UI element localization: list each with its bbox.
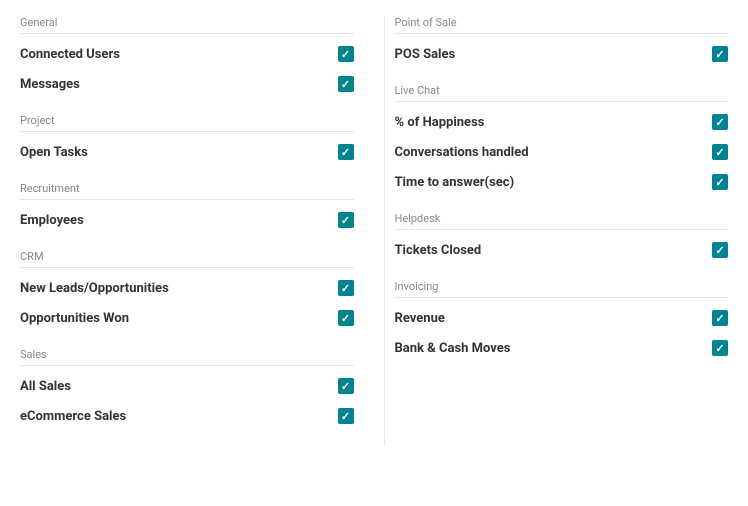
section-title-general: General bbox=[20, 16, 354, 34]
section-title-point-of-sale: Point of Sale bbox=[395, 16, 729, 34]
item-row-messages: Messages bbox=[20, 72, 354, 96]
checkbox-bank-cash-moves[interactable] bbox=[712, 340, 728, 356]
item-label-connected-users: Connected Users bbox=[20, 47, 338, 62]
section-live-chat: Live Chat % of Happiness Conversations han… bbox=[395, 84, 729, 194]
item-label-happiness: % of Happiness bbox=[395, 115, 713, 130]
section-point-of-sale: Point of Sale POS Sales bbox=[395, 16, 729, 66]
item-row-happiness: % of Happiness bbox=[395, 110, 729, 134]
checkbox-conversations-handled[interactable] bbox=[712, 144, 728, 160]
section-sales: Sales All Sales eCommerce Sales bbox=[20, 348, 354, 428]
item-label-new-leads: New Leads/Opportunities bbox=[20, 281, 338, 296]
checkbox-revenue[interactable] bbox=[712, 310, 728, 326]
item-label-pos-sales: POS Sales bbox=[395, 47, 713, 62]
item-label-conversations-handled: Conversations handled bbox=[395, 145, 713, 160]
checkbox-all-sales[interactable] bbox=[338, 378, 354, 394]
section-project: Project Open Tasks bbox=[20, 114, 354, 164]
item-row-pos-sales: POS Sales bbox=[395, 42, 729, 66]
item-label-ecommerce-sales: eCommerce Sales bbox=[20, 409, 338, 424]
item-row-open-tasks: Open Tasks bbox=[20, 140, 354, 164]
checkbox-opportunities-won[interactable] bbox=[338, 310, 354, 326]
item-row-new-leads: New Leads/Opportunities bbox=[20, 276, 354, 300]
section-helpdesk: Helpdesk Tickets Closed bbox=[395, 212, 729, 262]
item-label-revenue: Revenue bbox=[395, 311, 713, 326]
section-recruitment: Recruitment Employees bbox=[20, 182, 354, 232]
main-layout: General Connected Users Messages Project Ope… bbox=[20, 16, 728, 446]
section-title-recruitment: Recruitment bbox=[20, 182, 354, 200]
item-label-open-tasks: Open Tasks bbox=[20, 145, 338, 160]
checkbox-pos-sales[interactable] bbox=[712, 46, 728, 62]
item-row-revenue: Revenue bbox=[395, 306, 729, 330]
item-label-opportunities-won: Opportunities Won bbox=[20, 311, 338, 326]
checkbox-connected-users[interactable] bbox=[338, 46, 354, 62]
section-invoicing: Invoicing Revenue Bank & Cash Moves bbox=[395, 280, 729, 360]
item-row-tickets-closed: Tickets Closed bbox=[395, 238, 729, 262]
checkbox-time-to-answer[interactable] bbox=[712, 174, 728, 190]
checkbox-tickets-closed[interactable] bbox=[712, 242, 728, 258]
item-label-messages: Messages bbox=[20, 77, 338, 92]
column-right: Point of Sale POS Sales Live Chat % of Happ… bbox=[384, 16, 729, 446]
item-label-bank-cash-moves: Bank & Cash Moves bbox=[395, 341, 713, 356]
column-left: General Connected Users Messages Project Ope… bbox=[20, 16, 384, 446]
checkbox-employees[interactable] bbox=[338, 212, 354, 228]
item-row-conversations-handled: Conversations handled bbox=[395, 140, 729, 164]
section-title-sales: Sales bbox=[20, 348, 354, 366]
section-title-project: Project bbox=[20, 114, 354, 132]
item-row-ecommerce-sales: eCommerce Sales bbox=[20, 404, 354, 428]
checkbox-open-tasks[interactable] bbox=[338, 144, 354, 160]
section-crm: CRM New Leads/Opportunities Opportunities … bbox=[20, 250, 354, 330]
section-general: General Connected Users Messages bbox=[20, 16, 354, 96]
item-label-time-to-answer: Time to answer(sec) bbox=[395, 175, 713, 190]
item-row-all-sales: All Sales bbox=[20, 374, 354, 398]
item-label-employees: Employees bbox=[20, 213, 338, 228]
item-row-connected-users: Connected Users bbox=[20, 42, 354, 66]
section-title-helpdesk: Helpdesk bbox=[395, 212, 729, 230]
section-title-crm: CRM bbox=[20, 250, 354, 268]
checkbox-new-leads[interactable] bbox=[338, 280, 354, 296]
item-row-bank-cash-moves: Bank & Cash Moves bbox=[395, 336, 729, 360]
item-label-tickets-closed: Tickets Closed bbox=[395, 243, 713, 258]
checkbox-ecommerce-sales[interactable] bbox=[338, 408, 354, 424]
checkbox-happiness[interactable] bbox=[712, 114, 728, 130]
item-row-employees: Employees bbox=[20, 208, 354, 232]
section-title-live-chat: Live Chat bbox=[395, 84, 729, 102]
checkbox-messages[interactable] bbox=[338, 76, 354, 92]
item-label-all-sales: All Sales bbox=[20, 379, 338, 394]
item-row-opportunities-won: Opportunities Won bbox=[20, 306, 354, 330]
item-row-time-to-answer: Time to answer(sec) bbox=[395, 170, 729, 194]
section-title-invoicing: Invoicing bbox=[395, 280, 729, 298]
